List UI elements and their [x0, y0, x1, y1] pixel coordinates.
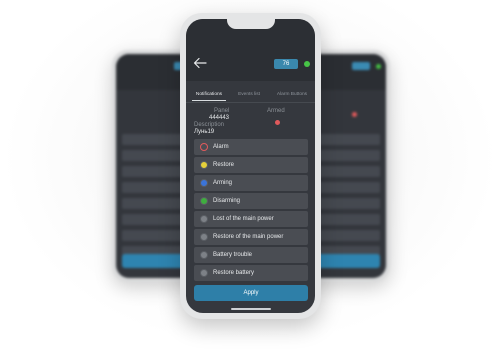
disarming-dot-icon: [200, 197, 208, 205]
tab-events-list[interactable]: Events list: [232, 89, 266, 101]
notification-row[interactable]: Arming: [194, 175, 308, 191]
panel-number-badge[interactable]: 76: [274, 59, 298, 69]
phone-notch: [226, 19, 275, 29]
grey-dot-icon: [200, 251, 208, 259]
notification-row[interactable]: Disarming: [194, 193, 308, 209]
notification-label: Alarm: [213, 144, 229, 150]
apply-button[interactable]: Apply: [194, 285, 308, 301]
tab-alarm-buttons[interactable]: Alarm Buttons: [272, 89, 312, 101]
notification-label: Disarming: [213, 198, 241, 204]
notification-row[interactable]: Restore of the main power: [194, 229, 308, 245]
app-screen: 76 Notifications Events list Alarm Butto…: [186, 19, 315, 313]
alarm-ring-icon: [200, 143, 208, 151]
grey-dot-icon: [200, 269, 208, 277]
notification-row[interactable]: Lost of the main power: [194, 211, 308, 227]
grey-dot-icon: [200, 215, 208, 223]
armed-status-icon: [275, 120, 280, 125]
tab-bar: Notifications Events list Alarm Buttons: [186, 89, 315, 103]
active-tab-indicator: [192, 100, 226, 101]
notification-label: Battery trouble: [213, 252, 253, 258]
notification-label: Lost of the main power: [213, 216, 274, 222]
grey-dot-icon: [200, 233, 208, 241]
restore-dot-icon: [200, 161, 208, 169]
notification-row[interactable]: Battery trouble: [194, 247, 308, 263]
home-indicator: [230, 308, 271, 310]
description-value: Лунь19: [194, 129, 215, 135]
panel-label: Panel: [214, 108, 230, 114]
notification-row[interactable]: Restore: [194, 157, 308, 173]
notification-label: Restore battery: [213, 270, 255, 276]
notification-label: Arming: [213, 180, 233, 186]
phone-frame: 76 Notifications Events list Alarm Butto…: [180, 13, 321, 319]
panel-value: 444443: [209, 115, 230, 121]
connection-status-icon: [304, 61, 310, 67]
notification-label: Restore of the main power: [213, 234, 284, 240]
notification-row[interactable]: Restore battery: [194, 265, 308, 281]
description-label: Description: [194, 122, 225, 128]
notification-label: Restore: [213, 162, 235, 168]
armed-label: Armed: [267, 108, 285, 114]
back-arrow-icon[interactable]: [193, 57, 207, 69]
tab-divider: [186, 102, 315, 103]
arming-dot-icon: [200, 179, 208, 187]
notification-row[interactable]: Alarm: [194, 139, 308, 155]
